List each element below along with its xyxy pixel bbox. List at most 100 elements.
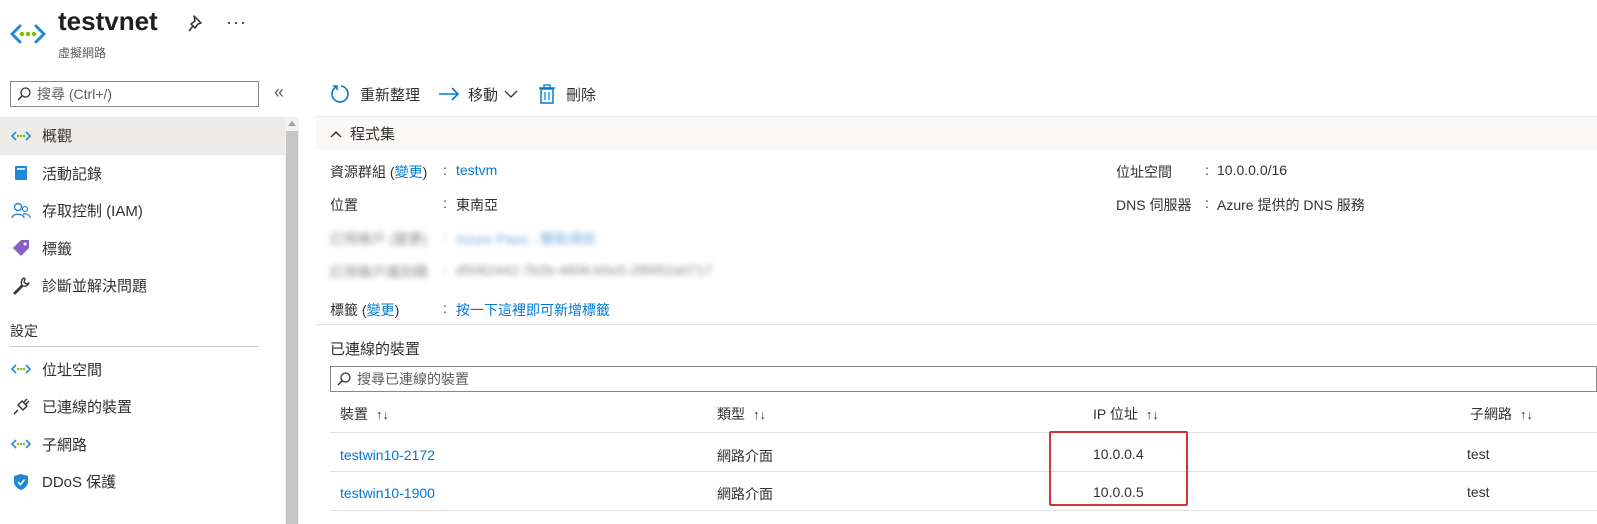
arrow-right-icon [438,83,460,105]
device-link[interactable]: testwin10-1900 [340,485,435,501]
delete-button[interactable]: 刪除 [536,83,596,105]
address-space-label: 位址空間 [1116,164,1172,180]
column-header-ip[interactable]: IP 位址 ↑↓ [1093,404,1159,424]
column-header-label: 子網路 [1470,406,1512,422]
table-row-divider [330,510,1597,511]
device-subnet: test [1467,484,1490,500]
chevron-up-icon [330,130,342,137]
sidebar-item-overview[interactable]: 概觀 [0,117,285,155]
essentials-header-bg [316,116,1597,150]
nav-search-box[interactable] [10,81,259,107]
sidebar-item-iam[interactable]: 存取控制 (IAM) [0,192,285,230]
refresh-label: 重新整理 [360,86,421,104]
sidebar-item-diagnose[interactable]: 診斷並解決問題 [0,267,285,305]
sidebar-item-label: DDoS 保護 [42,474,117,492]
wrench-icon [10,276,32,296]
pin-icon[interactable] [188,14,206,34]
subscription-id-label: 訂用帳戶識別碼 [330,264,428,280]
scroll-thumb[interactable] [286,131,298,524]
nav-scrollbar[interactable] [285,117,299,524]
trash-icon [536,83,558,105]
sidebar-item-subnets[interactable]: 子網路 [0,426,285,464]
move-label: 移動 [468,86,499,104]
table-header-divider [330,432,1597,433]
column-header-device[interactable]: 裝置 ↑↓ [340,404,389,424]
resource-group-label-wrap: 資源群組 (變更) [330,162,427,182]
sidebar-item-address-space[interactable]: 位址空間 [0,351,285,389]
table-row-divider [330,471,1597,472]
column-header-label: IP 位址 [1093,406,1138,422]
sort-icon[interactable]: ↑↓ [1520,407,1533,422]
add-tags-link[interactable]: 按一下這裡即可新增標籤 [456,300,610,320]
tags-label-wrap: 標籤 (變更) [330,300,399,320]
sidebar-item-label: 活動記錄 [42,165,103,183]
ip-highlight-box [1049,431,1188,506]
device-subnet: test [1467,446,1490,462]
subscription-id-value: d5062442-7b2b-4808-b5e5-2f8952a0717 [456,262,713,278]
activity-log-icon [10,163,32,183]
vnet-icon [10,24,46,44]
sidebar-item-activity-log[interactable]: 活動記錄 [0,155,285,193]
sidebar-item-connected-devices[interactable]: 已連線的裝置 [0,388,285,426]
essentials-toggle-label: 程式集 [350,126,396,143]
change-tags-link[interactable]: 變更 [367,302,395,318]
tag-icon [10,238,32,258]
close-paren: ) [394,302,400,318]
subscription-link[interactable]: Azure Pass - 贊助項目 [456,229,596,249]
close-paren: ) [422,164,428,180]
vnet-icon [10,359,32,379]
device-type: 網路介面 [717,486,773,502]
column-header-type[interactable]: 類型 ↑↓ [717,404,766,424]
chevron-down-icon [504,90,518,98]
column-header-subnet[interactable]: 子網路 ↑↓ [1470,404,1533,424]
resource-group-link[interactable]: testvm [456,162,497,178]
device-link[interactable]: testwin10-2172 [340,447,435,463]
people-icon [10,201,32,221]
colon: : [1205,195,1209,211]
colon: : [443,262,447,278]
sidebar-item-label: 標籤 [42,240,73,258]
sort-icon[interactable]: ↑↓ [1146,407,1159,422]
refresh-icon [330,83,352,105]
more-options-button[interactable]: ··· [226,12,247,33]
subscription-label: 訂用帳戶 (變更) [330,231,428,247]
plug-icon [10,397,32,417]
sidebar-item-ddos[interactable]: DDoS 保護 [0,463,285,501]
essentials-toggle[interactable]: 程式集 [330,123,395,144]
section-heading: 設定 [10,322,38,339]
command-bar: 重新整理 移動 刪除 [330,80,614,108]
change-resource-group-link[interactable]: 變更 [395,164,423,180]
resource-group-label: 資源群組 ( [330,164,395,180]
connected-devices-title: 已連線的裝置 [330,341,421,358]
device-type: 網路介面 [717,448,773,464]
nav-search-input[interactable] [37,84,255,104]
toolbar-divider [316,116,1597,117]
colon: : [1205,162,1209,178]
colon: : [443,300,447,316]
colon: : [443,229,447,245]
location-label: 位置 [330,197,358,213]
section-divider [316,324,1597,325]
sidebar-item-tags[interactable]: 標籤 [0,230,285,268]
shield-icon [10,472,32,492]
delete-label: 刪除 [566,86,597,104]
location-value: 東南亞 [456,197,498,213]
column-header-label: 裝置 [340,406,368,422]
blade-header: testvnet 虛擬網路 ··· [0,0,1597,70]
nav-section-settings: 設定 [0,305,285,351]
dns-label: DNS 伺服器 [1116,197,1192,213]
sidebar-item-label: 位址空間 [42,361,103,379]
move-button[interactable]: 移動 [438,83,518,105]
sort-icon[interactable]: ↑↓ [753,407,766,422]
scroll-up-arrow[interactable] [288,121,296,126]
vnet-icon [10,434,32,454]
collapse-nav-button[interactable]: « [274,82,284,103]
sort-icon[interactable]: ↑↓ [376,407,389,422]
colon: : [443,195,447,211]
devices-search-input[interactable] [357,369,957,389]
sidebar-item-label: 診斷並解決問題 [42,278,148,296]
sidebar-item-label: 子網路 [42,436,88,454]
devices-search-box[interactable] [330,366,1597,392]
colon: : [443,162,447,178]
refresh-button[interactable]: 重新整理 [330,83,420,105]
